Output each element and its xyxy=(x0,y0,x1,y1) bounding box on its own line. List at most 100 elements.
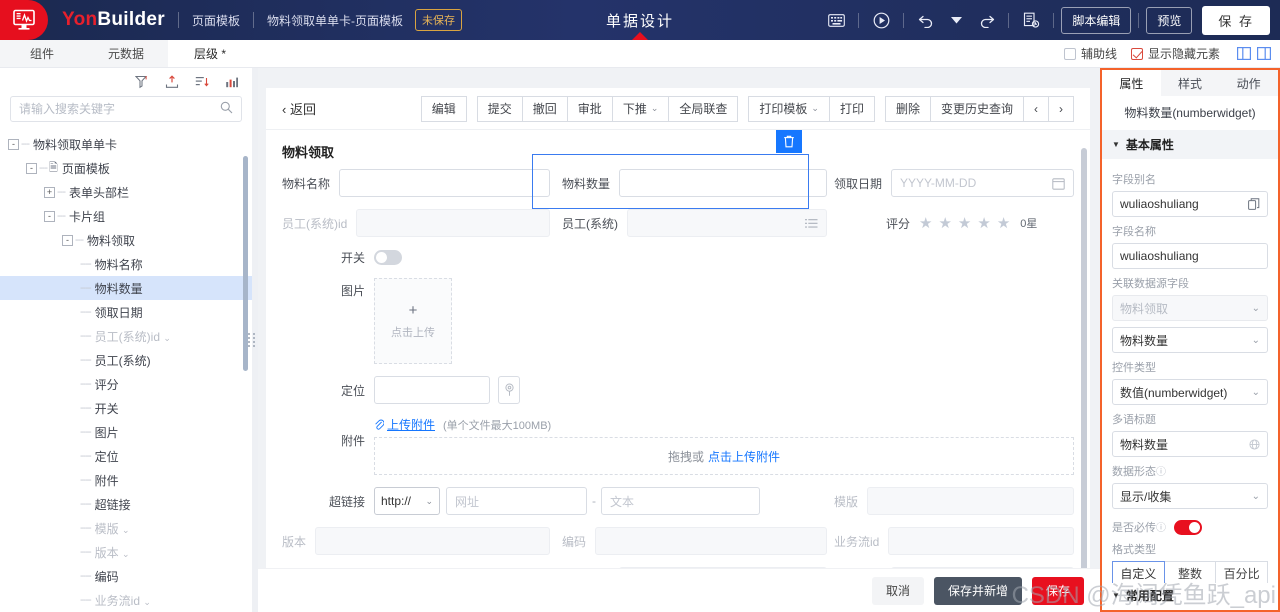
tree-node[interactable]: - --- 卡片组 xyxy=(0,204,252,228)
data-form-select[interactable]: 显示/收集 ⌄ xyxy=(1112,483,1268,509)
toolbar-button[interactable]: 变更历史查询 xyxy=(929,95,1024,122)
tab-action[interactable]: 动作 xyxy=(1219,70,1278,96)
calendar-icon[interactable] xyxy=(1052,177,1065,190)
process-version-input[interactable] xyxy=(891,567,1074,568)
tree-toggle[interactable]: + xyxy=(44,186,55,198)
datasource-field-select[interactable]: 物料数量 ⌄ xyxy=(1112,327,1268,353)
tree-toggle[interactable]: - xyxy=(8,138,19,150)
datasource-select[interactable]: 物料领取 ⌄ xyxy=(1112,295,1268,321)
tab-components[interactable]: 组件 xyxy=(0,40,84,67)
section-basic-properties[interactable]: ▼ 基本属性 xyxy=(1102,130,1278,159)
receive-date-input[interactable]: YYYY-MM-DD xyxy=(891,169,1074,197)
tree-node[interactable]: ---- 物料数量 xyxy=(0,276,252,300)
process-name-input[interactable] xyxy=(619,567,827,568)
script-edit-button[interactable]: 脚本编辑 xyxy=(1061,6,1132,34)
sort-icon[interactable] xyxy=(194,74,210,90)
tree-node[interactable]: ---- 业务流id ⌄ xyxy=(0,588,252,612)
tree-toggle[interactable]: - xyxy=(26,162,37,174)
employee-input[interactable] xyxy=(627,209,827,237)
version-input[interactable] xyxy=(315,527,550,555)
required-toggle[interactable] xyxy=(1174,519,1202,535)
guideline-checkbox-row[interactable]: 辅助线 xyxy=(1063,45,1117,62)
undo-icon[interactable] xyxy=(911,7,941,33)
show-hidden-checkbox-row[interactable]: 显示隐藏元素 xyxy=(1130,45,1220,62)
save-and-new-button[interactable]: 保存并新增 xyxy=(933,576,1022,605)
image-upload-box[interactable]: + 点击上传 xyxy=(374,278,452,364)
globe-icon[interactable] xyxy=(1249,438,1260,450)
code-input[interactable] xyxy=(595,527,827,555)
format-integer-button[interactable]: 整数 xyxy=(1163,561,1217,583)
star-icon[interactable]: ★ xyxy=(977,216,990,231)
toolbar-button[interactable]: 审批 xyxy=(566,95,613,122)
tree-node[interactable]: ---- 编码 xyxy=(0,564,252,588)
toolbar-button[interactable]: 打印 xyxy=(828,95,875,122)
template-input[interactable] xyxy=(867,487,1074,515)
material-qty-input[interactable] xyxy=(619,169,827,197)
toolbar-button[interactable]: 提交 xyxy=(476,95,523,122)
tree-node[interactable]: ---- 员工(系统) xyxy=(0,348,252,372)
tree-node[interactable]: ---- 领取日期 xyxy=(0,300,252,324)
cancel-button[interactable]: 取消 xyxy=(871,576,924,605)
tree-node[interactable]: ---- 评分 xyxy=(0,372,252,396)
star-icon[interactable]: ★ xyxy=(958,216,971,231)
chevron-down-icon[interactable] xyxy=(941,7,971,33)
breadcrumb-current[interactable]: 物料领取单单卡-页面模板 xyxy=(267,12,403,29)
filter-icon[interactable] xyxy=(134,74,150,90)
tab-properties[interactable]: 属性 xyxy=(1102,70,1161,96)
location-pin-icon[interactable] xyxy=(498,376,520,404)
rating-stars[interactable]: ★ ★ ★ ★ ★ 0星 xyxy=(919,215,1037,231)
back-link[interactable]: ‹ 返回 xyxy=(282,99,316,118)
attachment-upload-link[interactable]: 上传附件 xyxy=(387,416,435,433)
delete-widget-button[interactable] xyxy=(776,130,802,153)
section-common-config[interactable]: ▼ 常用配置 xyxy=(1102,583,1278,610)
toolbar-button[interactable]: ‹ xyxy=(1023,95,1049,122)
copy-icon[interactable] xyxy=(1248,198,1260,210)
tree-node[interactable]: + --- 表单头部栏 xyxy=(0,180,252,204)
tree-node[interactable]: ---- 物料名称 xyxy=(0,252,252,276)
bizflow-input[interactable] xyxy=(888,527,1074,555)
tree-node[interactable]: - --- 🗎 页面模板 xyxy=(0,156,252,180)
tab-metadata[interactable]: 元数据 xyxy=(84,40,168,67)
play-circle-icon[interactable] xyxy=(866,7,896,33)
tree-node[interactable]: - --- 物料领取 xyxy=(0,228,252,252)
redo-icon[interactable] xyxy=(971,7,1001,33)
tab-style[interactable]: 样式 xyxy=(1160,70,1220,96)
tree-node[interactable]: ---- 版本 ⌄ xyxy=(0,540,252,564)
list-picker-icon[interactable] xyxy=(805,218,818,229)
guideline-checkbox[interactable] xyxy=(1063,47,1076,60)
canvas-scrollbar[interactable] xyxy=(1081,148,1087,568)
tree-node[interactable]: ---- 开关 xyxy=(0,396,252,420)
upload-icon[interactable] xyxy=(164,74,180,90)
chart-icon[interactable] xyxy=(224,74,240,90)
breadcrumb-page-template[interactable]: 页面模板 xyxy=(192,12,240,29)
panel-left-icon[interactable] xyxy=(1234,45,1254,63)
save-button[interactable]: 保 存 xyxy=(1202,5,1270,35)
field-alias-input[interactable]: wuliaoshuliang xyxy=(1112,191,1268,217)
app-logo[interactable] xyxy=(0,0,48,40)
tree-node[interactable]: ---- 图片 xyxy=(0,420,252,444)
employee-id-input[interactable] xyxy=(356,209,550,237)
field-name-input[interactable]: wuliaoshuliang xyxy=(1112,243,1268,269)
hyperlink-protocol-select[interactable]: http:// ⌄ xyxy=(374,487,440,515)
document-clock-icon[interactable] xyxy=(1016,7,1046,33)
tree-toggle[interactable]: - xyxy=(44,210,55,222)
star-icon[interactable]: ★ xyxy=(938,216,951,231)
keyboard-icon[interactable] xyxy=(821,7,851,33)
help-icon[interactable]: ⓘ xyxy=(1156,523,1166,534)
tree-node[interactable]: ---- 定位 xyxy=(0,444,252,468)
tree-toggle[interactable]: - xyxy=(62,234,73,246)
toolbar-button[interactable]: 打印模板 ⌄ xyxy=(748,95,830,122)
format-percent-button[interactable]: 百分比 xyxy=(1215,561,1269,583)
hierarchy-tree[interactable]: - --- 物料领取单单卡 - --- 🗎 页面模板 + --- 表单头部栏 - --- 卡片组 - ---… xyxy=(0,130,252,612)
toolbar-button[interactable]: 删除 xyxy=(884,95,931,122)
tree-node[interactable]: ---- 员工(系统)id ⌄ xyxy=(0,324,252,348)
form-save-button[interactable]: 保存 xyxy=(1031,576,1084,605)
show-hidden-checkbox[interactable] xyxy=(1130,47,1143,60)
star-icon[interactable]: ★ xyxy=(997,216,1010,231)
tree-node[interactable]: - --- 物料领取单单卡 xyxy=(0,132,252,156)
toolbar-button[interactable]: 编辑 xyxy=(420,95,467,122)
attachment-dropzone[interactable]: 拖拽或 点击上传附件 xyxy=(374,437,1074,475)
hyperlink-text-input[interactable]: 文本 xyxy=(601,487,760,515)
hyperlink-url-input[interactable]: 网址 xyxy=(446,487,587,515)
tab-hierarchy[interactable]: 层级 * xyxy=(168,40,252,67)
